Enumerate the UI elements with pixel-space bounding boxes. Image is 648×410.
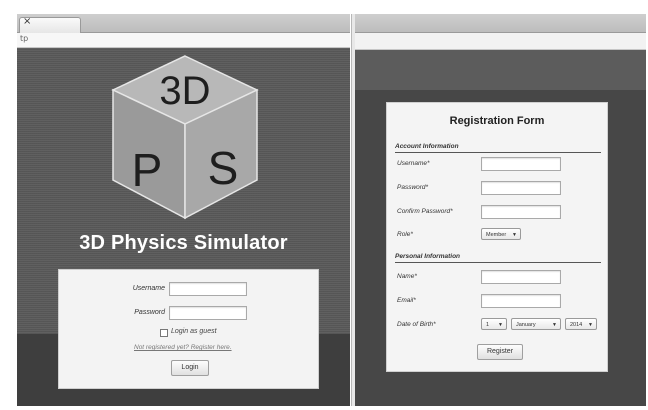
login-panel: Username Password Login as guest Not reg… [58,269,319,389]
dob-month-value: January [516,322,536,328]
username-input[interactable] [481,157,561,171]
app-header-band [355,50,646,90]
role-value: Member [486,232,507,238]
username-label: Username [132,285,165,292]
cube-logo-graphic: 3D P S [111,55,259,220]
section-divider [395,262,601,263]
register-button[interactable]: Register [477,344,523,360]
chevron-down-icon: ▼ [552,322,557,328]
guest-label: Login as guest [171,328,217,335]
guest-checkbox[interactable] [160,329,168,337]
password-label: Password [134,309,165,316]
app-title: 3D Physics Simulator [79,232,288,254]
email-input[interactable] [481,294,561,308]
toolbar [355,33,646,50]
password-label: Password* [397,184,429,191]
dob-day-value: 1 [486,322,490,328]
cube-top-text: 3D [159,69,210,113]
tab-bar [355,14,646,33]
simulator-window: × tp 3D P S 3D Physics Simulator Usernam… [17,14,350,406]
address-text: tp [20,34,29,43]
confirm-password-input[interactable] [481,205,561,219]
tab-bar: × [17,14,350,33]
address-bar[interactable]: tp [17,33,350,48]
cube-right-text: S [208,142,239,194]
role-select[interactable]: Member ▼ [481,228,521,240]
account-section-title: Account Information [395,143,459,150]
close-icon[interactable]: × [23,16,31,27]
registration-app: Registration Form Account Information Us… [355,50,646,406]
dob-year-select[interactable]: 2014 ▼ [565,318,597,330]
dob-month-select[interactable]: January ▼ [511,318,561,330]
personal-section-title: Personal Information [395,253,461,260]
registration-window: Registration Form Account Information Us… [355,14,646,406]
registration-title: Registration Form [449,115,545,127]
dob-label: Date of Birth* [397,321,436,328]
cube-logo: 3D P S [105,52,265,222]
password-input[interactable] [169,306,247,320]
username-input[interactable] [169,282,247,296]
registration-panel: Registration Form Account Information Us… [386,102,608,372]
dob-year-value: 2014 [570,322,583,328]
name-label: Name* [397,273,417,280]
chevron-down-icon: ▼ [588,322,593,328]
dob-day-select[interactable]: 1 ▼ [481,318,507,330]
browser-tab[interactable]: × [19,16,81,33]
chevron-down-icon: ▼ [498,322,503,328]
simulator-app: 3D P S 3D Physics Simulator Username Pas… [17,48,350,406]
confirm-password-label: Confirm Password* [397,208,453,215]
register-link[interactable]: Not registered yet? Register here. [134,344,232,351]
role-label: Role* [397,231,413,238]
section-divider [395,152,601,153]
login-button[interactable]: Login [171,360,209,376]
email-label: Email* [397,297,416,304]
username-label: Username* [397,160,430,167]
password-input[interactable] [481,181,561,195]
cube-left-text: P [132,144,163,196]
chevron-down-icon: ▼ [512,232,517,238]
name-input[interactable] [481,270,561,284]
